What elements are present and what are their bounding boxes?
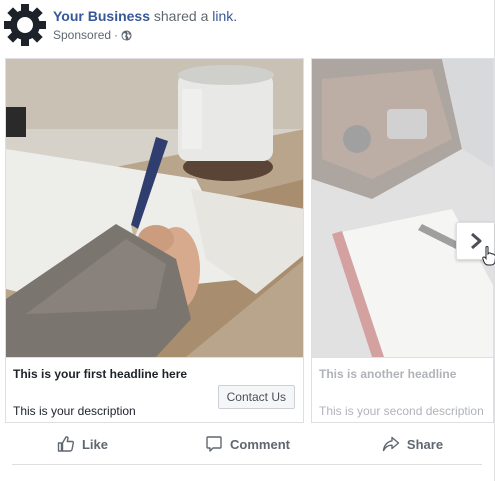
card-2-caption: This is another headline This is your se…: [312, 357, 493, 422]
card-2-headline[interactable]: This is another headline: [319, 367, 456, 381]
sponsored-post: Your Business shared a link. Sponsored ·: [0, 0, 495, 481]
share-label: Share: [406, 436, 444, 452]
card-1-caption: This is your first headline here This is…: [6, 357, 303, 422]
hand-cursor-icon: [482, 246, 495, 266]
share-icon: [382, 436, 400, 452]
gear-icon[interactable]: [4, 4, 46, 46]
post-meta: Sponsored ·: [53, 28, 132, 42]
meta-separator: ·: [114, 28, 119, 42]
card-1-description: This is your description: [13, 404, 136, 418]
page-name-link[interactable]: Your Business: [53, 8, 150, 24]
card-1-photo[interactable]: [6, 59, 303, 357]
carousel-card-1[interactable]: This is your first headline here This is…: [5, 58, 304, 423]
link-text[interactable]: link.: [212, 8, 237, 24]
contact-us-button[interactable]: Contact Us: [217, 385, 295, 409]
thumbs-up-icon: [57, 436, 75, 452]
post-header: Your Business shared a link.: [53, 8, 237, 24]
comment-button[interactable]: Comment: [165, 424, 330, 464]
chevron-right-icon: [470, 232, 481, 250]
like-button[interactable]: Like: [0, 424, 165, 464]
globe-icon[interactable]: [121, 29, 132, 41]
sponsored-label[interactable]: Sponsored: [53, 28, 111, 42]
comment-icon: [206, 436, 222, 452]
share-button[interactable]: Share: [330, 424, 495, 464]
comment-label: Comment: [230, 436, 290, 452]
like-label: Like: [81, 436, 108, 452]
post-actions: Like Comment Share: [0, 424, 495, 464]
divider: [12, 464, 482, 465]
card-2-overlay: [312, 59, 493, 357]
card-2-photo[interactable]: [312, 59, 493, 357]
card-1-headline[interactable]: This is your first headline here: [13, 367, 187, 381]
card-2-description: This is your second description: [319, 404, 484, 418]
shared-text: shared a: [153, 8, 209, 24]
